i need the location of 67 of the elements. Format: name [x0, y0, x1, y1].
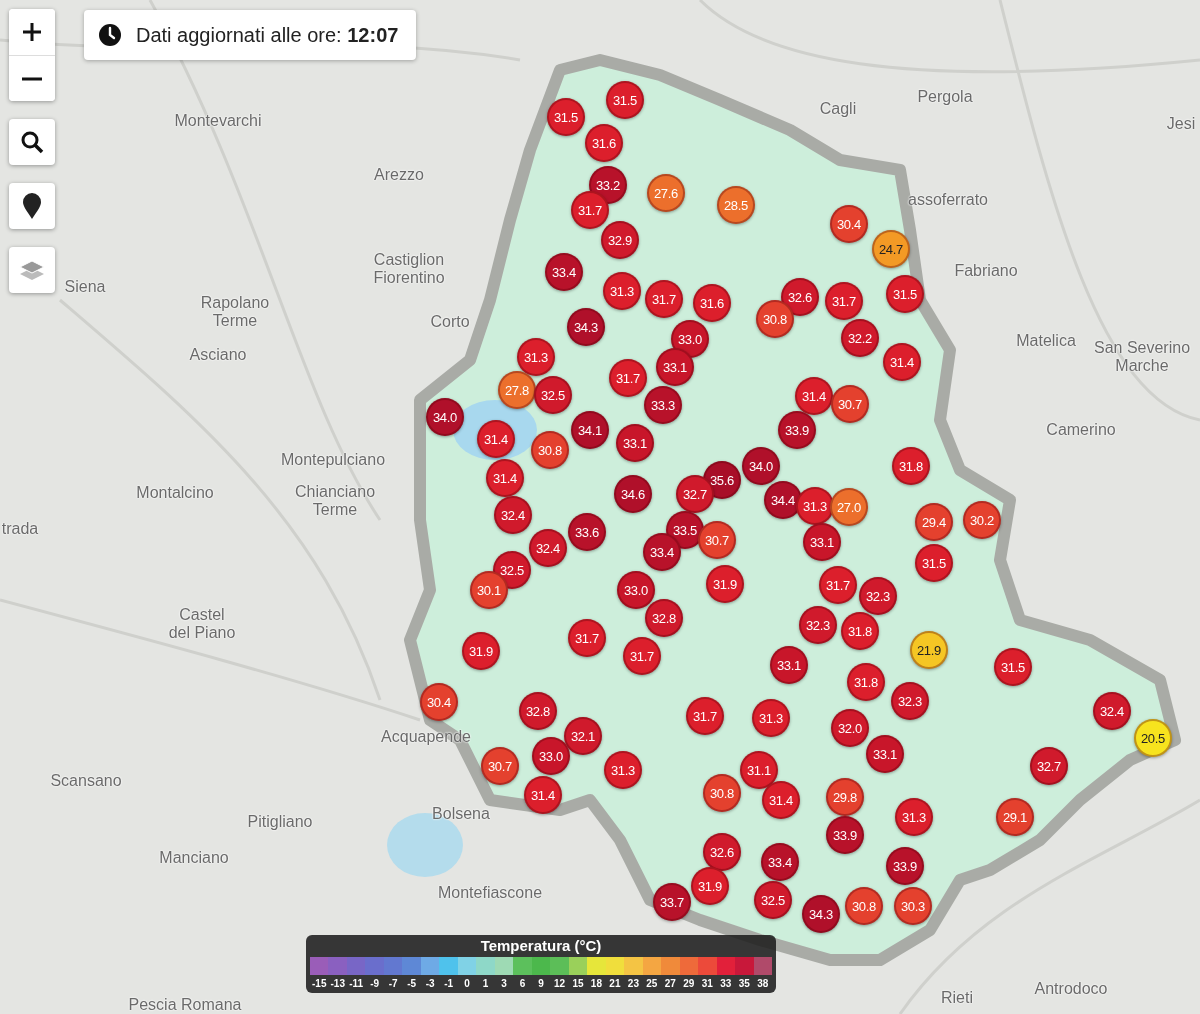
scale-label: 6 — [518, 978, 527, 989]
place-label: San Severino Marche — [1092, 339, 1192, 375]
place-label: Pitigliano — [247, 813, 313, 831]
place-label: Pergola — [917, 88, 973, 106]
place-label: Scansano — [50, 772, 122, 790]
place-label: Camerino — [1046, 421, 1116, 439]
scale-label: -13 — [329, 978, 346, 989]
place-label: Castel del Piano — [167, 606, 237, 642]
scale-label: -3 — [424, 978, 436, 989]
place-label: Pescia Romana — [128, 996, 242, 1014]
place-label: Jesi — [1166, 115, 1196, 133]
place-label: Rieti — [941, 989, 973, 1007]
scale-label: -1 — [443, 978, 455, 989]
plus-icon — [21, 21, 43, 43]
place-label: Cagli — [819, 100, 857, 118]
place-label: Matelica — [1016, 332, 1076, 350]
place-label: Fabriano — [954, 262, 1018, 280]
layers-icon — [18, 258, 46, 282]
legend-title: Temperatura (°C) — [480, 937, 602, 954]
minus-icon — [22, 76, 42, 81]
place-label: Rapolano Terme — [200, 294, 270, 330]
scale-label: -15 — [311, 978, 328, 989]
scale-label: -9 — [369, 978, 381, 989]
location-button[interactable] — [9, 183, 55, 229]
scale-label: 29 — [682, 978, 696, 989]
scale-label: 9 — [537, 978, 545, 989]
scale-label: 31 — [700, 978, 714, 989]
place-label: Castiglion Fiorentino — [372, 251, 446, 287]
scale-label: -11 — [348, 978, 365, 989]
scale-label: 21 — [608, 978, 622, 989]
scale-label: 38 — [756, 978, 770, 989]
scale-label: 23 — [626, 978, 640, 989]
layers-button[interactable] — [9, 247, 55, 293]
scale-label: -5 — [406, 978, 418, 989]
place-label: Acquapende — [381, 728, 471, 746]
clock-icon — [98, 23, 122, 47]
search-button[interactable] — [9, 119, 55, 165]
scale-label: 18 — [589, 978, 603, 989]
scale-label: 33 — [719, 978, 733, 989]
zoom-out-button[interactable] — [9, 55, 55, 101]
place-label: Bolsena — [432, 805, 490, 823]
place-label: Asciano — [189, 346, 247, 364]
scale-label: 12 — [552, 978, 567, 989]
place-label: trada — [1, 520, 39, 538]
place-label: Montevarchi — [174, 112, 262, 130]
place-label: Montalcino — [136, 484, 214, 502]
scale-label: 25 — [645, 978, 659, 989]
zoom-in-button[interactable] — [9, 9, 55, 55]
scale-label: 35 — [737, 978, 751, 989]
place-label: Manciano — [159, 849, 229, 867]
search-icon — [20, 130, 44, 154]
place-label: Siena — [64, 278, 106, 296]
scale-label: 1 — [481, 978, 490, 989]
map-pin-icon — [22, 193, 42, 219]
place-label: Antrodoco — [1034, 980, 1108, 998]
place-label: Chianciano Terme — [293, 483, 377, 519]
scale-label: 0 — [463, 978, 471, 989]
scale-label: -7 — [387, 978, 399, 989]
scale-label: 15 — [571, 978, 585, 989]
place-label: Montepulciano — [280, 451, 386, 469]
update-time-text: Dati aggiornati alle ore: 12:07 — [136, 23, 399, 47]
place-label: Montefiascone — [437, 884, 543, 902]
scale-label: 3 — [500, 978, 508, 989]
place-label: Corto — [430, 313, 470, 331]
place-label: Arezzo — [374, 166, 424, 184]
place-label: assoferrato — [908, 191, 988, 209]
scale-label: 27 — [663, 978, 677, 989]
